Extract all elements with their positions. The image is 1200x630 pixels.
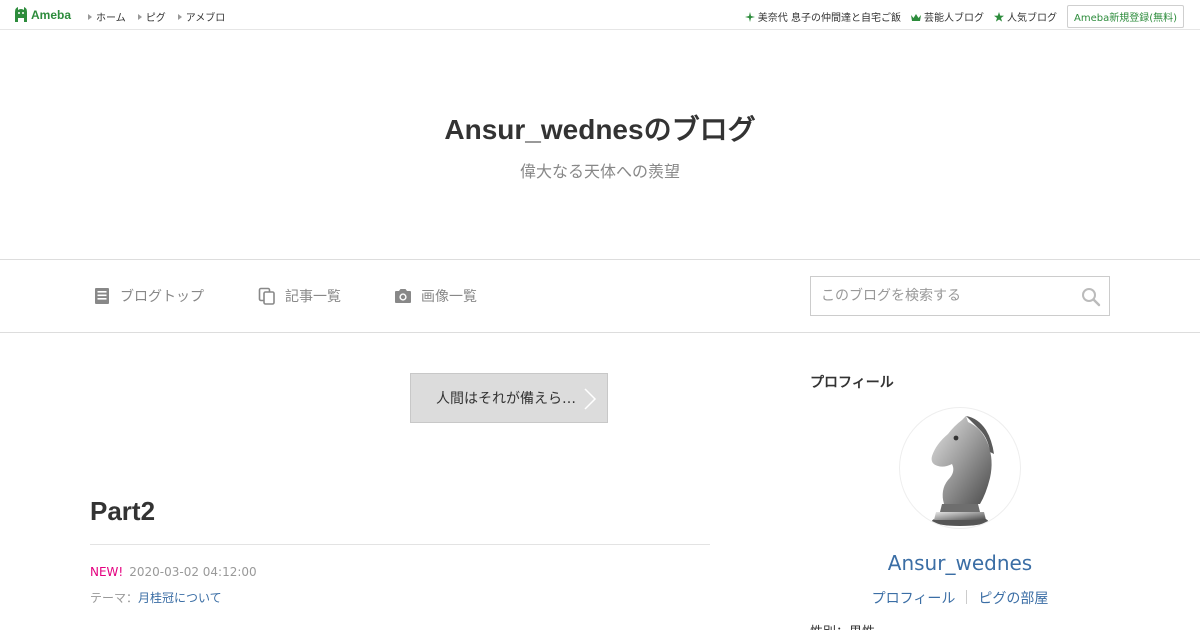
ameba-logo-text: Ameba	[31, 7, 72, 22]
global-nav-pigg[interactable]: ピグ	[137, 9, 166, 24]
pigg-room-link[interactable]: ピグの部屋	[967, 588, 1059, 608]
avatar[interactable]	[900, 408, 1020, 528]
blog-title[interactable]: Ansur_wednesのブログ	[0, 108, 1200, 148]
nav-label: 画像一覧	[421, 289, 477, 305]
profile-detail: 性別：男性	[810, 621, 875, 630]
star-icon	[993, 11, 1004, 22]
prev-entry-button[interactable]: 人間はそれが備えら…	[410, 373, 608, 423]
celebrity-blog-label: 芸能人ブログ	[923, 13, 984, 24]
popular-blog-link[interactable]: 人気ブログ	[993, 9, 1057, 24]
document-icon	[95, 288, 109, 304]
entry-divider	[90, 544, 710, 545]
blog-subtitle: 偉大なる天体への羨望	[519, 162, 680, 181]
global-nav-label: アメブロ	[185, 13, 226, 24]
popular-blog-label: 人気ブログ	[1006, 13, 1057, 24]
sparkle-icon	[744, 11, 755, 22]
ameba-logo-icon	[15, 7, 27, 22]
entry-meta: NEW! 2020-03-02 04:12:00	[90, 565, 257, 579]
profile-links: プロフィール ピグの部屋	[810, 588, 1110, 608]
signup-button[interactable]: Ameba新規登録(無料)	[1066, 5, 1184, 28]
crown-icon	[910, 13, 921, 21]
blog-search	[810, 276, 1110, 316]
celebrity-blog-link[interactable]: 芸能人ブログ	[910, 9, 984, 24]
entry-datetime: 2020-03-02 04:12:00	[129, 565, 257, 579]
chess-knight-icon	[931, 416, 994, 526]
entry-theme: テーマ：月桂冠について	[90, 589, 222, 606]
new-badge: NEW!	[90, 565, 124, 579]
global-nav: ホーム ピグ アメブロ	[88, 9, 225, 24]
copy-icon	[258, 287, 275, 305]
nav-label: 記事一覧	[285, 289, 341, 305]
featured-blog-label: 美奈代 息子の仲間達と自宅ご飯	[757, 13, 901, 24]
search-icon[interactable]	[1081, 287, 1101, 307]
triangle-right-icon	[88, 13, 92, 20]
profile-link[interactable]: プロフィール	[861, 588, 967, 608]
camera-icon	[395, 289, 411, 303]
ameba-logo[interactable]: Ameba	[14, 6, 71, 23]
entry-title[interactable]: Part2	[90, 496, 155, 527]
profile-name[interactable]: Ansur_wednes	[810, 551, 1110, 575]
triangle-right-icon	[177, 13, 182, 20]
global-nav-ameblo[interactable]: アメブロ	[177, 9, 226, 24]
global-header: Ameba ホーム ピグ アメブロ 美奈代 息子の仲間達と自宅ご飯 芸能人ブログ…	[0, 0, 1200, 30]
theme-prefix: テーマ：	[90, 591, 139, 605]
prev-entry-label: 人間はそれが備えら…	[436, 391, 576, 407]
profile-heading: プロフィール	[810, 375, 894, 391]
triangle-right-icon	[137, 13, 142, 20]
global-nav-home[interactable]: ホーム	[88, 9, 126, 24]
search-input[interactable]	[811, 277, 1071, 315]
nav-label: ブログトップ	[120, 289, 204, 305]
blog-nav: ブログトップ 記事一覧 画像一覧	[0, 259, 1200, 333]
global-header-right: 美奈代 息子の仲間達と自宅ご飯 芸能人ブログ 人気ブログ Ameba新規登録(無…	[744, 5, 1184, 28]
global-nav-label: ピグ	[145, 13, 166, 24]
nav-blog-top[interactable]: ブログトップ	[93, 286, 204, 306]
featured-blog-link[interactable]: 美奈代 息子の仲間達と自宅ご飯	[744, 9, 901, 24]
global-nav-label: ホーム	[96, 13, 126, 24]
nav-entry-list[interactable]: 記事一覧	[258, 286, 341, 306]
theme-link[interactable]: 月桂冠について	[138, 591, 222, 605]
nav-image-list[interactable]: 画像一覧	[394, 286, 477, 306]
chevron-right-icon	[584, 388, 597, 410]
